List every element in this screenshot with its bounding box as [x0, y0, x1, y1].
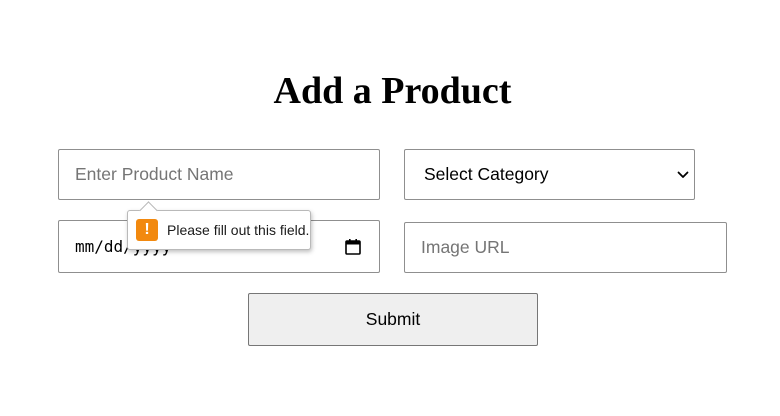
add-product-page: Add a Product Select Category mm/dd/yyyy…: [0, 0, 780, 416]
validation-message: Please fill out this field.: [167, 222, 310, 238]
product-name-input[interactable]: [58, 149, 380, 200]
validation-tooltip: ! Please fill out this field.: [127, 201, 311, 250]
page-title: Add a Product: [273, 70, 512, 112]
image-url-input[interactable]: [404, 222, 727, 273]
calendar-icon[interactable]: [344, 238, 362, 256]
category-select[interactable]: Select Category: [404, 149, 695, 200]
category-select-value: Select Category: [424, 164, 549, 184]
tooltip-arrow: [139, 201, 158, 220]
warning-icon: !: [136, 219, 158, 241]
chevron-down-icon: [672, 171, 694, 179]
submit-button[interactable]: Submit: [248, 293, 538, 346]
